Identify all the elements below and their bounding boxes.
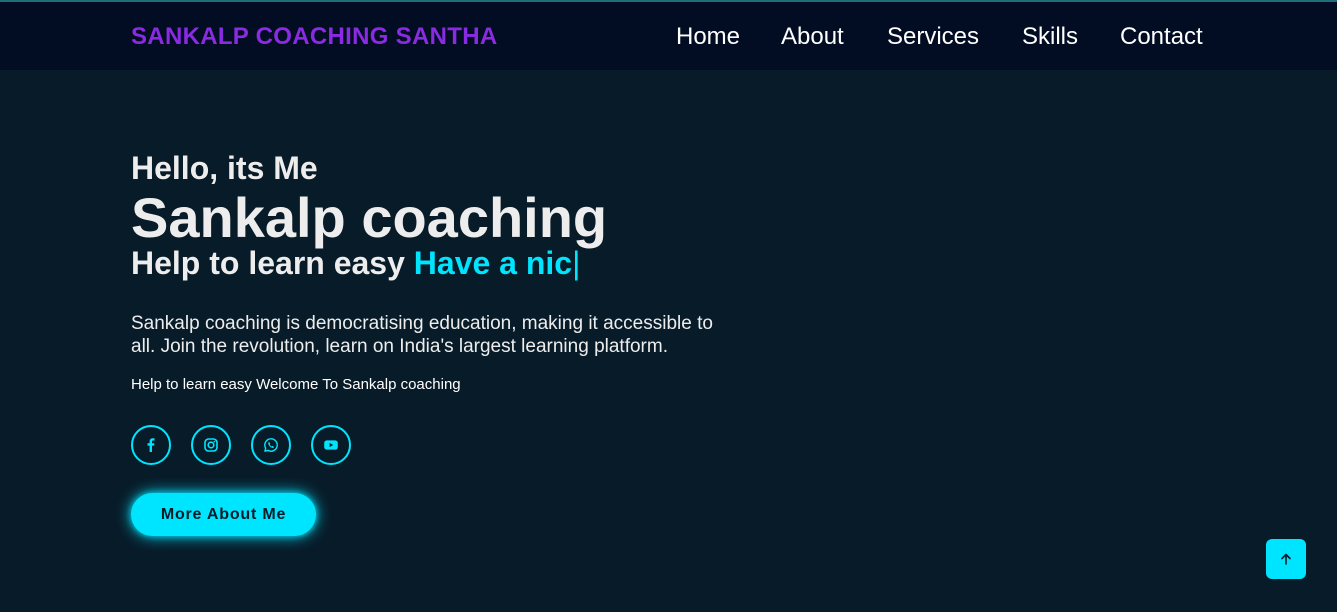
nav-about[interactable]: About: [781, 23, 844, 51]
hero-subtext: Help to learn easy Welcome To Sankalp co…: [131, 376, 461, 393]
hero-title: Sankalp coaching: [131, 186, 608, 249]
typed-text: Have a nic: [413, 245, 573, 281]
nav-contact[interactable]: Contact: [1120, 23, 1203, 51]
instagram-icon: [204, 438, 218, 452]
more-about-me-button[interactable]: More About Me: [131, 493, 316, 536]
youtube-icon: [324, 440, 338, 450]
nav-services[interactable]: Services: [887, 23, 979, 51]
whatsapp-link[interactable]: [251, 425, 291, 465]
nav-skills[interactable]: Skills: [1022, 23, 1078, 51]
nav-home[interactable]: Home: [676, 23, 740, 51]
facebook-link[interactable]: [131, 425, 171, 465]
scroll-to-top-button[interactable]: [1266, 539, 1306, 579]
main-nav: Home About Services Skills Contact: [0, 23, 1337, 53]
hero-description: Sankalp coaching is democratising educat…: [131, 313, 713, 357]
typing-caret: |: [572, 245, 581, 281]
instagram-link[interactable]: [191, 425, 231, 465]
youtube-link[interactable]: [311, 425, 351, 465]
tagline: Help to learn easy Have a nic|: [131, 245, 580, 282]
arrow-up-icon: [1281, 553, 1291, 565]
greeting: Hello, its Me: [131, 150, 318, 186]
facebook-icon: [147, 438, 155, 452]
whatsapp-icon: [264, 438, 278, 452]
tagline-static: Help to learn easy: [131, 245, 405, 281]
social-links: [131, 425, 371, 465]
site-header: SANKALP COACHING SANTHA Home About Servi…: [0, 2, 1337, 70]
